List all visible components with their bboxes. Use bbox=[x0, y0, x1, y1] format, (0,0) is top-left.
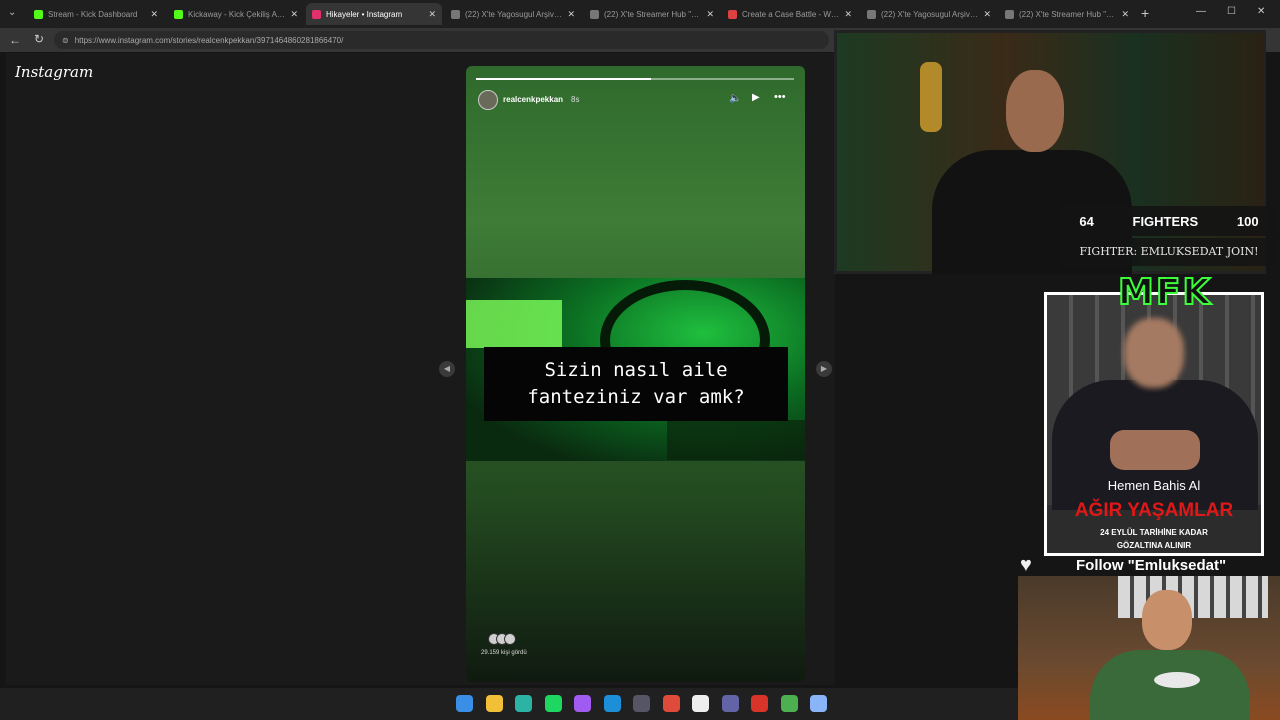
heart-icon: ♥ bbox=[1020, 554, 1032, 576]
tab-label: Create a Case Battle - Win... bbox=[742, 9, 840, 19]
story-timestamp: 8s bbox=[571, 95, 580, 104]
tab-favicon-icon bbox=[728, 9, 737, 19]
mfk-logo: MFK bbox=[1117, 271, 1213, 314]
clip-bowl bbox=[1154, 672, 1200, 688]
ad-person-hands bbox=[1110, 430, 1200, 470]
viewer-avatar bbox=[504, 633, 516, 645]
video-background-chat bbox=[667, 420, 805, 460]
tab-favicon-icon bbox=[34, 9, 43, 19]
maximize-icon[interactable]: ☐ bbox=[1227, 6, 1236, 17]
minimize-icon[interactable]: — bbox=[1196, 6, 1206, 17]
video-background-screen bbox=[466, 300, 562, 348]
url-input[interactable]: ⊜ https://www.instagram.com/stories/real… bbox=[54, 31, 829, 49]
reload-icon[interactable]: ↻ bbox=[34, 32, 44, 46]
teams-icon[interactable] bbox=[721, 695, 739, 712]
ad-subtitle-2: GÖZALTINA ALINIR bbox=[1116, 541, 1192, 550]
story-progress-bar bbox=[476, 78, 794, 80]
next-story-icon[interactable]: ▶ bbox=[816, 361, 832, 377]
notion-icon[interactable] bbox=[692, 695, 709, 712]
tab-close-icon[interactable]: ✕ bbox=[1121, 9, 1129, 20]
tab-favicon-icon bbox=[312, 9, 321, 19]
clip-background-window bbox=[1118, 576, 1268, 618]
tab-label: (22) X'te Yagosugul Arşiv "... bbox=[881, 9, 979, 19]
browser-tab[interactable]: Hikayeler • Instagram ✕ bbox=[306, 3, 442, 25]
file-explorer-icon[interactable] bbox=[485, 695, 503, 712]
url-text: https://www.instagram.com/stories/realce… bbox=[74, 35, 344, 45]
viewers-count[interactable]: 29.159 kişi gördü bbox=[481, 650, 527, 656]
ad-subtitle-1: 24 EYLÜL TARİHİNE KADAR bbox=[1100, 528, 1208, 537]
app-icon-red[interactable] bbox=[751, 695, 768, 712]
story-username[interactable]: realcenkpekkan bbox=[503, 95, 563, 104]
app-icon-globe[interactable] bbox=[603, 695, 621, 712]
browser-tab[interactable]: Create a Case Battle - Win... ✕ bbox=[722, 3, 858, 25]
settings-icon[interactable] bbox=[810, 695, 827, 712]
site-info-icon[interactable]: ⊜ bbox=[62, 36, 69, 45]
messenger-icon[interactable] bbox=[574, 695, 591, 712]
fighters-left-count: 64 bbox=[1079, 213, 1094, 229]
instagram-logo[interactable]: Instagram bbox=[15, 63, 93, 81]
ad-headline: AĞIR YAŞAMLAR bbox=[1074, 500, 1234, 521]
ad-person-head-blurred bbox=[1124, 318, 1184, 388]
tab-close-icon[interactable]: ✕ bbox=[983, 9, 991, 20]
browser-tab[interactable]: (22) X'te Streamer Hub "Gr... ✕ bbox=[584, 3, 720, 25]
tab-label: Hikayeler • Instagram bbox=[326, 9, 403, 19]
minecraft-icon[interactable] bbox=[780, 695, 798, 712]
close-window-icon[interactable]: ✕ bbox=[1257, 6, 1265, 17]
fighters-counter: 64 FIGHTERS 100 bbox=[1060, 206, 1278, 236]
tab-label: (22) X'te Yagosugul Arşiv "... bbox=[465, 9, 563, 19]
previous-story-icon[interactable]: ◀ bbox=[439, 361, 455, 377]
fighter-join-banner: FIGHTER: EMLUKSEDAT JOIN! bbox=[1060, 238, 1278, 266]
clip-person-head bbox=[1142, 590, 1192, 650]
caption-line-2: fanteziniz var amk? bbox=[527, 386, 745, 408]
webcam-background-decor bbox=[920, 62, 942, 132]
browser-tab[interactable]: (22) X'te Streamer Hub "Gr... ✕ bbox=[999, 3, 1135, 25]
follow-banner: Follow "Emluksedat" bbox=[1076, 557, 1227, 574]
windows-taskbar bbox=[0, 688, 1018, 720]
browser-tab[interactable]: Kickaway - Kick Çekiliş Aracı ✕ bbox=[168, 3, 304, 25]
webcam-person-head bbox=[1006, 70, 1064, 152]
fighters-label: FIGHTERS bbox=[1132, 213, 1199, 229]
new-tab-plus-icon[interactable]: + bbox=[1141, 5, 1149, 21]
tab-label: Stream - Kick Dashboard bbox=[48, 9, 138, 19]
browser-tab[interactable]: (22) X'te Yagosugul Arşiv "... ✕ bbox=[445, 3, 581, 25]
tab-favicon-icon bbox=[1005, 9, 1014, 19]
browser-tab[interactable]: Stream - Kick Dashboard ✕ bbox=[28, 3, 164, 25]
tab-favicon-icon bbox=[451, 9, 460, 19]
viewers-avatars[interactable] bbox=[488, 633, 522, 647]
more-options-icon[interactable]: ••• bbox=[774, 91, 786, 103]
story-progress-fill bbox=[476, 78, 651, 80]
windows-start-icon[interactable] bbox=[456, 695, 473, 712]
spotify-icon[interactable] bbox=[544, 695, 562, 712]
volume-icon[interactable]: 🔈 bbox=[729, 93, 741, 104]
obs-icon[interactable] bbox=[633, 695, 650, 712]
tab-close-icon[interactable]: ✕ bbox=[844, 9, 852, 20]
tab-close-icon[interactable]: ✕ bbox=[150, 9, 158, 20]
tab-favicon-icon bbox=[590, 9, 599, 19]
tab-label: (22) X'te Streamer Hub "Gr... bbox=[1019, 9, 1117, 19]
tab-close-icon[interactable]: ✕ bbox=[567, 9, 575, 20]
avatar[interactable] bbox=[478, 90, 498, 110]
tab-favicon-icon bbox=[867, 9, 876, 19]
ad-cta: Hemen Bahis Al bbox=[1107, 478, 1201, 493]
tab-close-icon[interactable]: ✕ bbox=[428, 9, 436, 20]
tab-label: (22) X'te Streamer Hub "Gr... bbox=[604, 9, 702, 19]
fighters-right-count: 100 bbox=[1236, 213, 1259, 229]
chrome-icon[interactable] bbox=[662, 695, 680, 712]
back-arrow-icon[interactable]: ← bbox=[9, 33, 21, 47]
caption-line-1: Sizin nasıl aile bbox=[544, 359, 728, 381]
pause-icon[interactable]: ▶ bbox=[752, 92, 760, 103]
browser-tab[interactable]: (22) X'te Yagosugul Arşiv "... ✕ bbox=[861, 3, 997, 25]
tab-favicon-icon bbox=[174, 9, 183, 19]
tab-close-icon[interactable]: ✕ bbox=[706, 9, 714, 20]
tab-close-icon[interactable]: ✕ bbox=[290, 9, 298, 20]
edge-browser-icon[interactable] bbox=[515, 695, 532, 712]
tab-label: Kickaway - Kick Çekiliş Aracı bbox=[188, 9, 286, 19]
tab-search-chevron-icon[interactable]: ⌄ bbox=[8, 7, 16, 18]
